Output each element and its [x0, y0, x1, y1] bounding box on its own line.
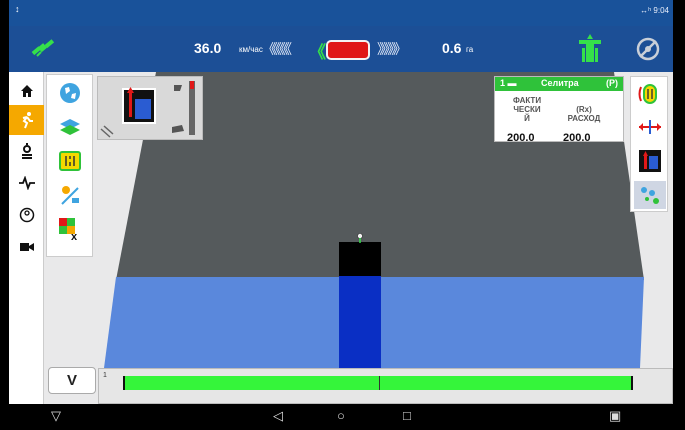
- left-nav: [9, 72, 44, 404]
- run-screen-icon[interactable]: [9, 105, 44, 135]
- prescription-map-icon[interactable]: x: [55, 214, 85, 244]
- product-mode: (P): [606, 78, 618, 88]
- implement-icon[interactable]: [577, 34, 603, 69]
- area-unit: га: [466, 45, 474, 54]
- actual-rate-label: ФАКТИ ЧЕСКИ Й: [512, 96, 542, 123]
- section-control-icon[interactable]: [634, 181, 666, 209]
- product-name: Селитра: [541, 78, 579, 88]
- green-chevron: 《: [309, 43, 326, 62]
- frame-right: [673, 0, 685, 430]
- screenshot-icon[interactable]: ▣: [609, 408, 621, 424]
- camera-icon[interactable]: [9, 232, 44, 262]
- boom-coverage: [123, 376, 633, 390]
- recents-icon[interactable]: □: [403, 408, 411, 423]
- back-icon[interactable]: ◁: [273, 408, 283, 424]
- area-value: 0.6: [442, 40, 462, 56]
- guidance-pattern-icon[interactable]: [634, 80, 666, 108]
- globe-icon[interactable]: [55, 78, 85, 108]
- top-bar: 36.0 км/час 《《《《《 《 》》》》》 0.6 га: [9, 26, 673, 72]
- actual-rate-value: 200.0: [507, 132, 535, 144]
- steering-wheel-icon[interactable]: [635, 36, 661, 67]
- boom-center-mark: [379, 376, 380, 390]
- view-toggle-button[interactable]: V: [48, 367, 96, 394]
- tools-column: x: [46, 74, 93, 257]
- guidance-lines-icon[interactable]: [55, 146, 85, 176]
- map-pin-icon[interactable]: [55, 180, 85, 210]
- tablet-screen: ↕ ↔ʰ 9:04 36.0 км/час 《《《《《 《 》》》》》 0.6 …: [0, 0, 685, 430]
- frame-left: [0, 0, 9, 430]
- layers-icon[interactable]: [55, 112, 85, 142]
- boom-section-number: 1: [103, 372, 107, 379]
- diagnostics-icon[interactable]: [9, 168, 44, 198]
- rx-rate-label: (Rx) РАСХОД: [567, 105, 601, 123]
- master-boom-switch[interactable]: [326, 40, 370, 60]
- speed-unit: км/час: [239, 45, 263, 54]
- satellite-icon[interactable]: [29, 36, 57, 65]
- left-chevrons: 《《《《《: [262, 41, 292, 57]
- rx-rate-value: 200.0: [563, 132, 591, 144]
- kiosk-icon[interactable]: ▽: [51, 408, 61, 424]
- nudge-icon[interactable]: [634, 113, 666, 141]
- home-circle-icon[interactable]: ○: [337, 408, 345, 423]
- product-number: 1 ▬: [500, 78, 517, 88]
- boom-section-bar[interactable]: 1: [98, 368, 673, 404]
- utilities-icon[interactable]: [9, 200, 44, 230]
- svg-text:x: x: [71, 231, 78, 241]
- speed-value: 36.0: [194, 40, 222, 56]
- tractor-view-icon[interactable]: [634, 147, 666, 175]
- system-nav-bar: ▽ ◁ ○ □ ▣: [9, 404, 673, 430]
- settings-icon[interactable]: [9, 136, 44, 166]
- link-icon: ↔ʰ: [640, 6, 652, 15]
- product-header: 1 ▬ Селитра (P): [495, 77, 623, 91]
- usb-icon: ↕: [15, 4, 20, 14]
- product-panel[interactable]: 1 ▬ Селитра (P) ФАКТИ ЧЕСКИ Й (Rx) РАСХО…: [494, 76, 624, 144]
- status-bar: ↕ ↔ʰ 9:04: [9, 0, 673, 26]
- clock: ↔ʰ 9:04: [640, 6, 669, 15]
- right-chevrons: 》》》》》: [377, 41, 407, 57]
- steering-widget[interactable]: [97, 76, 203, 140]
- home-icon[interactable]: [9, 76, 44, 106]
- right-tools: [630, 76, 668, 212]
